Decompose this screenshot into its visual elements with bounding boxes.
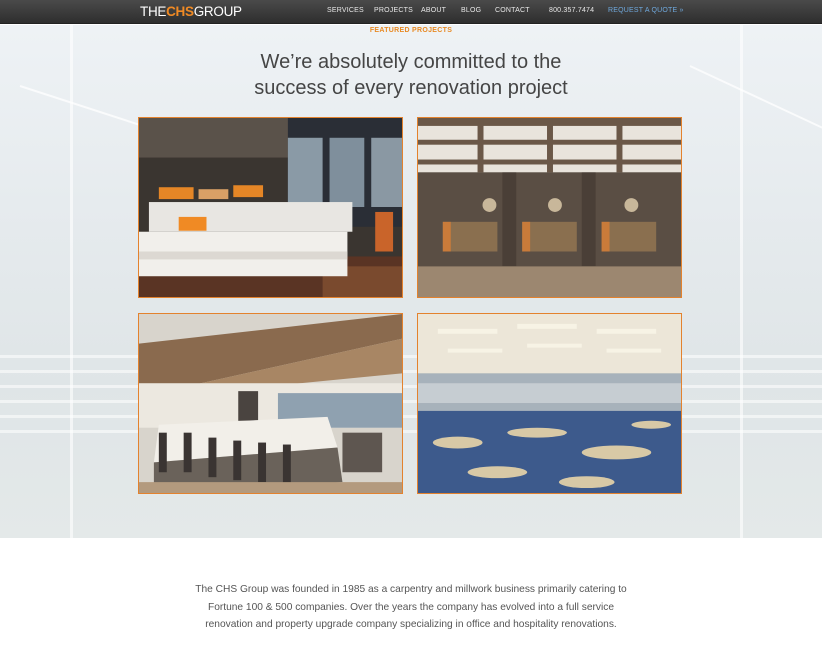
featured-projects-section: FEATURED PROJECTS We’re absolutely commi… [0,25,822,538]
bg-blind [0,355,822,358]
phone-number-link[interactable]: 800.357.7474 [549,7,594,14]
chs-group-logo[interactable]: THECHSGROUP [140,4,242,20]
request-quote-link[interactable]: REQUEST A QUOTE » [608,7,684,14]
hotel-room-image [139,118,402,297]
bg-window-post [740,25,743,538]
logo-chs: CHS [166,4,194,19]
bg-blind [0,400,822,403]
bg-blind [0,415,822,418]
bg-blind [0,430,822,433]
restaurant-booths-image [418,118,681,297]
nav-item-services[interactable]: SERVICES [327,7,364,14]
nav-item-blog[interactable]: BLOG [461,7,481,14]
nav-item-about[interactable]: ABOUT [421,7,446,14]
project-tile-hotel-room[interactable] [138,117,403,298]
company-about-text: The CHS Group was founded in 1985 as a c… [195,584,627,630]
nav-item-projects[interactable]: PROJECTS [374,7,413,14]
lounge-bar-image [139,314,402,493]
project-tile-restaurant-booths[interactable] [417,117,682,298]
headline-line-2: success of every renovation project [254,77,568,99]
bg-blind [0,370,822,373]
top-navigation-bar: THECHSGROUP SERVICES PROJECTS ABOUT BLOG… [0,0,822,24]
headline-line-1: We’re absolutely committed to the [260,51,562,73]
featured-projects-label: FEATURED PROJECTS [369,27,453,34]
project-tile-ballroom[interactable] [417,313,682,494]
ballroom-image [418,314,681,493]
bg-blind [0,385,822,388]
logo-the: THE [140,4,167,19]
nav-item-contact[interactable]: CONTACT [495,7,530,14]
project-tile-lounge-bar[interactable] [138,313,403,494]
logo-group: GROUP [193,4,242,19]
featured-headline: We’re absolutely committed to the succes… [0,49,822,101]
